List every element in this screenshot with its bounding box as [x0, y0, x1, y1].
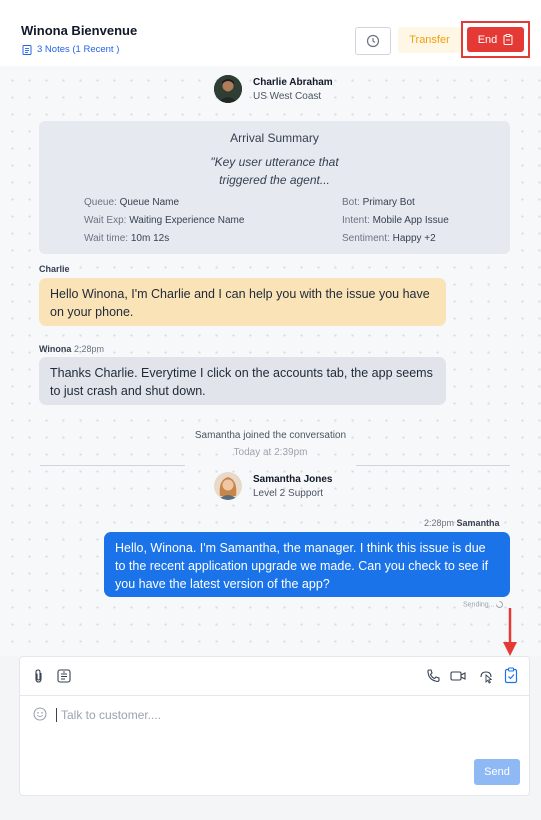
send-button[interactable]: Send [474, 759, 520, 785]
wait-exp-value: Waiting Experience Name [129, 215, 245, 226]
bot-value: Primary Bot [362, 197, 415, 208]
canned-responses-icon[interactable] [57, 669, 71, 683]
queue-label: Queue: [84, 197, 117, 208]
clock-icon [366, 34, 380, 48]
task-clipboard-icon[interactable] [504, 667, 518, 684]
notes-label: 3 Notes (1 Recent ) [37, 44, 120, 55]
annotation-arrow-icon [503, 608, 517, 656]
wait-exp-row: Wait Exp: Waiting Experience Name [84, 215, 244, 226]
queue-value: Queue Name [119, 197, 180, 208]
chat-page: Winona Bienvenue 3 Notes (1 Recent ) Tra… [0, 0, 541, 820]
message-composer: Talk to customer.... Send [19, 656, 530, 796]
divider-right [356, 465, 510, 466]
end-button[interactable]: End [467, 27, 524, 52]
avatar [214, 75, 242, 103]
sending-status: Sending... [463, 601, 504, 609]
summary-quote-line1: "Key user utterance that [210, 155, 339, 169]
emoji-icon[interactable] [33, 707, 47, 721]
clipboard-icon [503, 34, 513, 45]
notes-icon [22, 44, 32, 55]
joined-time: Today at 2:39pm [233, 447, 308, 458]
wait-time-label: Wait time: [84, 233, 129, 244]
wait-exp-label: Wait Exp: [84, 215, 127, 226]
sending-label: Sending... [463, 601, 495, 609]
wait-time-row: Wait time: 10m 12s [84, 233, 169, 244]
message-time: 2:28pm [73, 344, 104, 354]
agent-info-charlie: Charlie Abraham US West Coast [214, 75, 333, 103]
customer-name: Winona Bienvenue [21, 23, 138, 38]
message-sender-samantha: 2:28pm Samantha [424, 518, 500, 528]
end-label: End [477, 33, 498, 46]
message-bubble-winona: Thanks Charlie. Everytime I click on the… [39, 357, 446, 405]
chat-header: Winona Bienvenue 3 Notes (1 Recent ) Tra… [0, 0, 541, 66]
queue-row: Queue: Queue Name [84, 197, 179, 208]
summary-title: Arrival Summary [230, 131, 319, 145]
avatar [214, 472, 242, 500]
sentiment-label: Sentiment: [342, 233, 390, 244]
sender-name: Winona [39, 344, 72, 354]
toolbar-divider [20, 695, 529, 696]
joined-notice: Samantha joined the conversation [194, 430, 347, 441]
message-sender-winona: Winona 2:28pm [39, 344, 104, 354]
intent-label: Intent: [342, 215, 370, 226]
phone-icon[interactable] [426, 669, 440, 683]
summary-quote-line2: triggered the agent... [219, 173, 330, 187]
notes-link[interactable]: 3 Notes (1 Recent ) [22, 44, 119, 55]
agent-location: US West Coast [253, 90, 322, 102]
agent-name: Charlie Abraham [253, 76, 333, 88]
message-sender-charlie: Charlie [39, 264, 70, 274]
cobrowse-icon[interactable] [478, 668, 494, 684]
intent-value: Mobile App Issue [372, 215, 449, 226]
summary-quote: "Key user utterance that triggered the a… [39, 153, 510, 189]
attachment-icon[interactable] [33, 669, 44, 683]
arrival-summary-card: Arrival Summary "Key user utterance that… [39, 121, 510, 254]
message-bubble-charlie: Hello Winona, I'm Charlie and I can help… [39, 278, 446, 326]
sending-spinner-icon [496, 601, 504, 608]
sentiment-value: Happy +2 [392, 233, 436, 244]
message-time: 2:28pm [424, 518, 455, 528]
divider-left [40, 465, 185, 466]
message-bubble-samantha: Hello, Winona. I'm Samantha, the manager… [104, 532, 510, 597]
transfer-button[interactable]: Transfer [398, 27, 461, 53]
sender-name: Samantha [456, 518, 500, 528]
wait-time-value: 10m 12s [130, 233, 170, 244]
bot-row: Bot: Primary Bot [342, 197, 415, 208]
agent-name: Samantha Jones [253, 473, 333, 485]
sentiment-row: Sentiment: Happy +2 [342, 233, 436, 244]
video-icon[interactable] [450, 670, 466, 682]
message-input[interactable]: Talk to customer.... [56, 708, 161, 722]
agent-info-samantha: Samantha Jones Level 2 Support [214, 472, 332, 500]
history-button[interactable] [355, 27, 391, 55]
bot-label: Bot: [342, 197, 360, 208]
agent-role: Level 2 Support [253, 487, 324, 499]
intent-row: Intent: Mobile App Issue [342, 215, 449, 226]
